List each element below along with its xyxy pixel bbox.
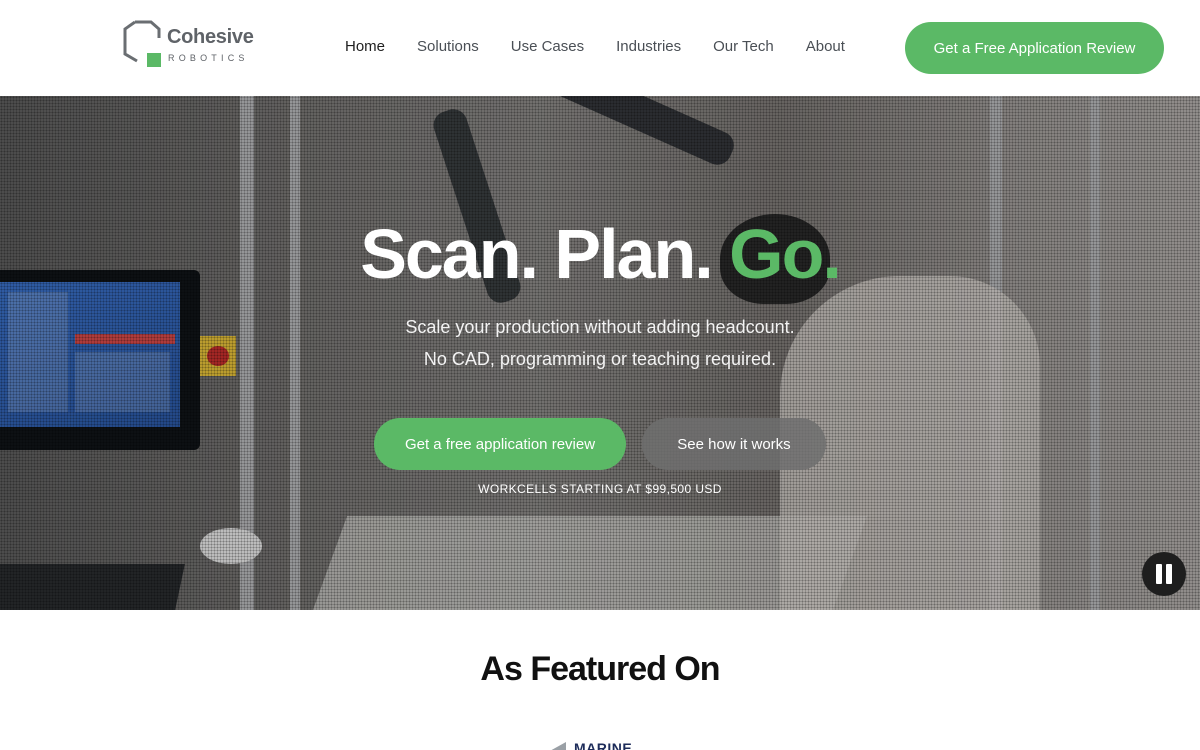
nav-item-solutions[interactable]: Solutions	[417, 38, 479, 55]
logo-tagline: ROBOTICS	[168, 53, 249, 63]
hero-title-go: Go	[729, 215, 824, 293]
hero-title: Scan. Plan. Go.	[0, 214, 1200, 294]
main-nav: Home Solutions Use Cases Industries Our …	[345, 38, 877, 55]
nav-item-home[interactable]: Home	[345, 38, 385, 55]
featured-on-heading: As Featured On	[480, 650, 720, 688]
nav-item-use-cases[interactable]: Use Cases	[511, 38, 584, 55]
nav-item-industries[interactable]: Industries	[616, 38, 681, 55]
pricing-note: WORKCELLS STARTING AT $99,500 USD	[478, 482, 722, 496]
nav-item-about[interactable]: About	[806, 38, 845, 55]
video-pause-button[interactable]	[1142, 552, 1186, 596]
hero-title-scan-plan: Scan. Plan.	[360, 215, 730, 293]
see-how-it-works-button[interactable]: See how it works	[642, 418, 826, 470]
cohesive-robotics-logo[interactable]: Cohesive ROBOTICS	[123, 20, 254, 70]
header-application-review-button[interactable]: Get a Free Application Review	[905, 22, 1164, 74]
marine-logo-text: MARINE	[574, 740, 633, 750]
hero-title-period: .	[822, 215, 842, 293]
site-header: Cohesive ROBOTICS Home Solutions Use Cas…	[0, 0, 1200, 96]
hero-subtitle-line-2: No CAD, programming or teaching required…	[423, 349, 777, 369]
nav-item-our-tech[interactable]: Our Tech	[713, 38, 774, 55]
hero-application-review-button[interactable]: Get a free application review	[374, 418, 626, 470]
logo-mark-icon	[123, 20, 161, 67]
hero-section: Scan. Plan. Go. Scale your production wi…	[0, 96, 1200, 610]
marine-logo-mark-icon	[548, 742, 566, 750]
hero-subtitle-line-1: Scale your production without adding hea…	[405, 317, 795, 337]
logo-wordmark: Cohesive	[167, 26, 254, 48]
press-logo-marine[interactable]: MARINE	[548, 740, 648, 750]
